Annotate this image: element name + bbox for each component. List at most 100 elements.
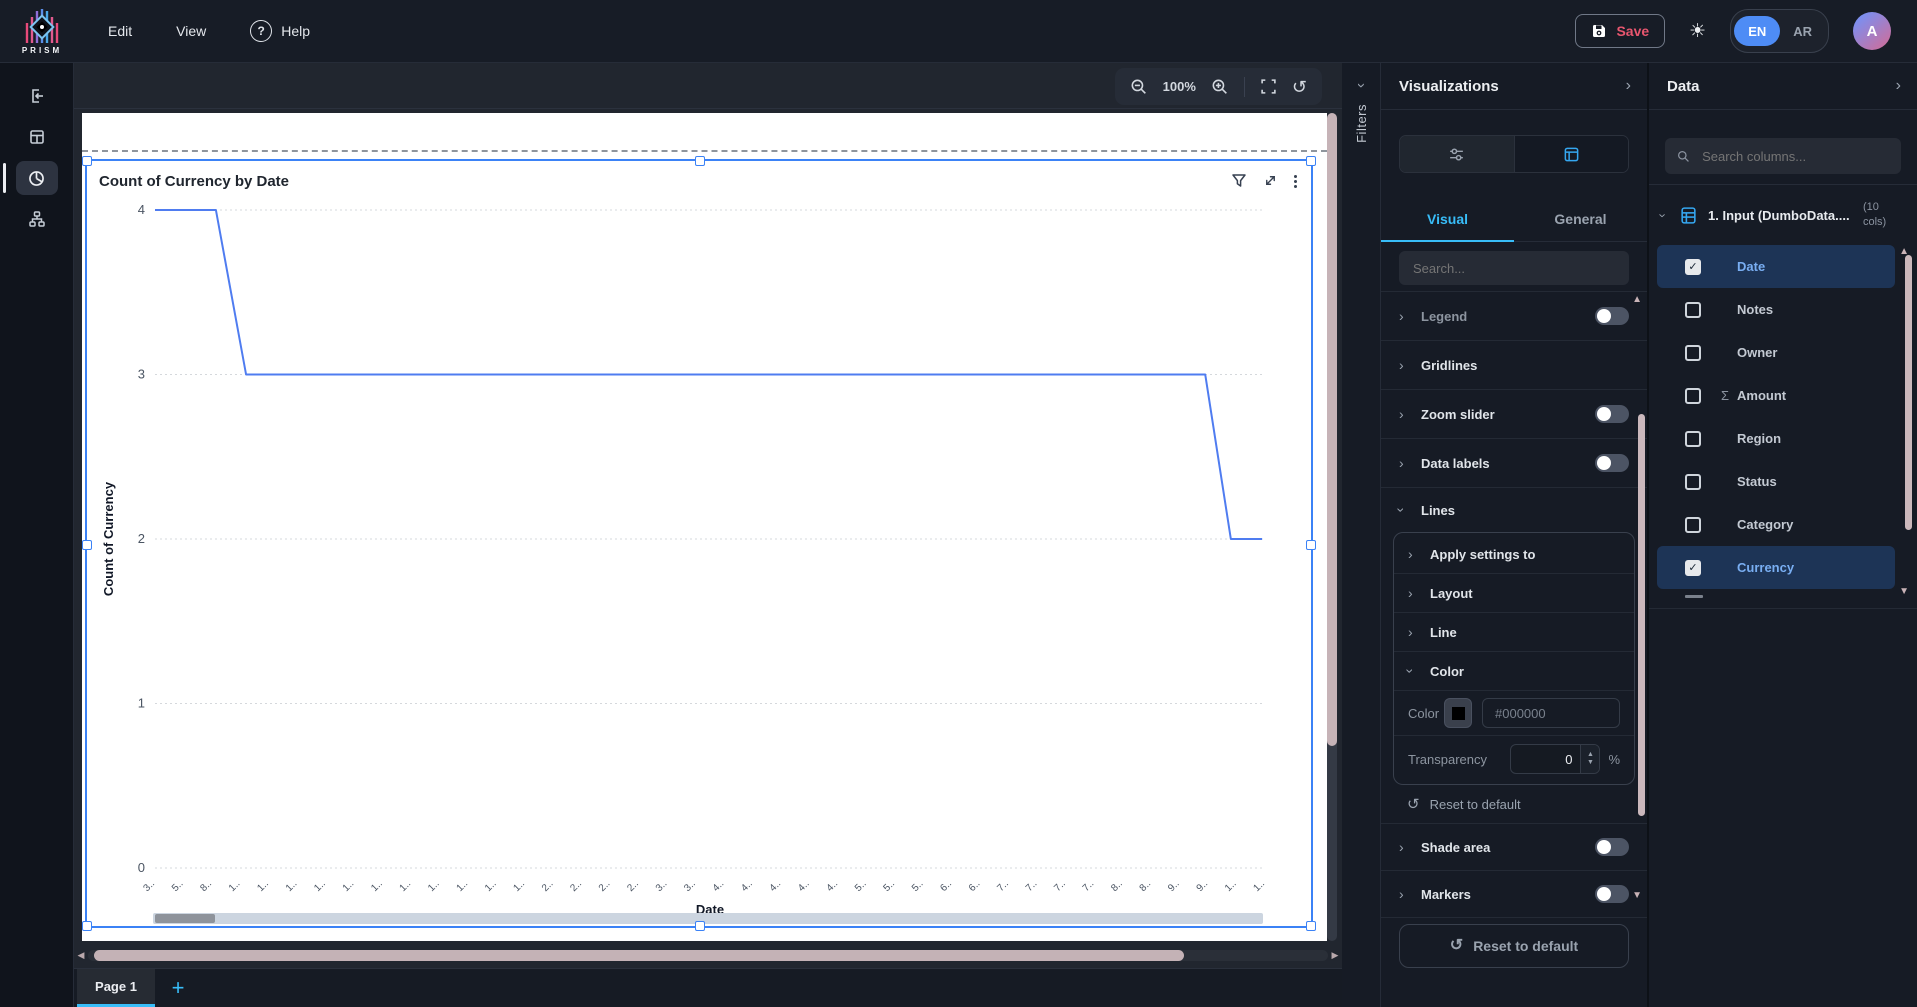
resize-handle-n[interactable] xyxy=(695,156,705,166)
columns-search-input[interactable] xyxy=(1700,147,1889,165)
zoom-slider-toggle[interactable] xyxy=(1595,405,1629,423)
section-legend[interactable]: › Legend xyxy=(1381,292,1647,341)
checkbox-checked[interactable]: ✓ xyxy=(1685,559,1701,576)
resize-handle-se[interactable] xyxy=(1306,921,1316,931)
collapse-data-panel-icon[interactable]: › xyxy=(1896,77,1901,95)
scroll-right-icon[interactable]: ▶ xyxy=(1328,950,1342,961)
viz-search-input[interactable] xyxy=(1411,259,1617,277)
checkbox[interactable]: ✓ xyxy=(1685,430,1701,447)
section-lines[interactable]: › Lines xyxy=(1381,488,1647,532)
reset-view-icon[interactable]: ↺ xyxy=(1292,78,1307,96)
reset-to-default-button[interactable]: ↺ Reset to default xyxy=(1399,924,1629,968)
section-zoom-slider[interactable]: › Zoom slider xyxy=(1381,390,1647,439)
chart-tool-button[interactable] xyxy=(2,161,58,195)
canvas-hscroll-thumb[interactable] xyxy=(94,950,1184,961)
language-toggle[interactable]: EN AR xyxy=(1730,9,1829,53)
viz-search-box[interactable] xyxy=(1399,251,1629,285)
report-page[interactable]: Count of Currency by Date 0 1 2 3 4 3.. 5.. 8..… xyxy=(82,113,1327,941)
layout-row[interactable]: › Layout xyxy=(1394,574,1634,613)
scroll-down-indicator[interactable]: ▼ xyxy=(1632,891,1642,901)
sigma-icon: Σ xyxy=(1720,388,1730,403)
lang-en[interactable]: EN xyxy=(1734,16,1781,46)
field-row-category[interactable]: ✓ Category xyxy=(1657,503,1895,546)
resize-handle-ne[interactable] xyxy=(1306,156,1316,166)
legend-toggle[interactable] xyxy=(1595,307,1629,325)
filters-expand-icon[interactable]: › xyxy=(1353,83,1370,88)
scroll-up-indicator[interactable]: ▲ xyxy=(1632,295,1642,305)
reset-to-default-link[interactable]: ↺ Reset to default xyxy=(1381,785,1647,824)
zoom-in-icon[interactable] xyxy=(1211,78,1229,96)
field-row-notes[interactable]: ✓ Notes xyxy=(1657,288,1895,331)
canvas-vertical-scrollbar[interactable] xyxy=(1327,113,1337,941)
save-button[interactable]: Save xyxy=(1575,14,1666,48)
dataset-row[interactable]: › 1. Input (DumboData.... (10 cols) xyxy=(1649,187,1917,243)
apply-settings-row[interactable]: › Apply settings to xyxy=(1394,535,1634,574)
section-data-labels[interactable]: › Data labels xyxy=(1381,439,1647,488)
chevron-down-icon[interactable]: › xyxy=(1656,208,1679,223)
menu-view[interactable]: View xyxy=(176,23,206,39)
spinner-arrows[interactable]: ▲ ▼ xyxy=(1580,745,1600,773)
chevron-down-icon: › xyxy=(1402,668,1419,674)
field-row-date[interactable]: ✓ Date xyxy=(1657,245,1895,288)
color-hex-input[interactable]: #000000 xyxy=(1482,698,1620,728)
resize-handle-s[interactable] xyxy=(695,921,705,931)
field-row-currency[interactable]: ✓ Currency xyxy=(1657,546,1895,589)
dashboard-tool-button[interactable] xyxy=(16,120,58,154)
field-row-status[interactable]: ✓ Status xyxy=(1657,460,1895,503)
markers-toggle[interactable] xyxy=(1595,885,1629,903)
build-visual-tab[interactable] xyxy=(1400,136,1515,172)
theme-toggle-sun-icon[interactable]: ☀ xyxy=(1689,22,1706,41)
canvas-horizontal-scrollbar[interactable]: ◀ ▶ xyxy=(74,949,1342,962)
model-view-button[interactable] xyxy=(16,202,58,236)
viz-panel-scrollbar-thumb[interactable] xyxy=(1638,414,1645,816)
data-labels-toggle[interactable] xyxy=(1595,454,1629,472)
resize-handle-w[interactable] xyxy=(82,539,92,550)
page-tab-1[interactable]: Page 1 xyxy=(77,969,155,1007)
section-markers[interactable]: › Markers xyxy=(1381,871,1647,918)
chart-scrollbar-thumb[interactable] xyxy=(155,914,215,923)
resize-handle-e[interactable] xyxy=(1306,539,1316,550)
canvas-vscroll-thumb[interactable] xyxy=(1327,113,1337,746)
columns-search-box[interactable] xyxy=(1665,138,1901,174)
menu-edit[interactable]: Edit xyxy=(108,23,132,39)
exit-editor-button[interactable] xyxy=(16,79,58,113)
clipped-next-field xyxy=(1685,595,1703,598)
scroll-left-icon[interactable]: ◀ xyxy=(74,950,88,961)
field-row-amount[interactable]: ✓ Σ Amount xyxy=(1657,374,1895,417)
scroll-down-indicator[interactable]: ▼ xyxy=(1899,587,1909,597)
line-chart-widget[interactable]: Count of Currency by Date 0 1 2 3 4 3.. 5.. 8..… xyxy=(82,156,1316,931)
transparency-input[interactable]: 0 ▲ ▼ xyxy=(1510,744,1601,774)
shade-area-toggle[interactable] xyxy=(1595,838,1629,856)
app-logo[interactable]: PRISM xyxy=(0,9,84,55)
checkbox[interactable]: ✓ xyxy=(1685,387,1701,404)
field-row-region[interactable]: ✓ Region xyxy=(1657,417,1895,460)
zoom-out-icon[interactable] xyxy=(1130,78,1148,96)
field-row-owner[interactable]: ✓ Owner xyxy=(1657,331,1895,374)
page-tabbar: Page 1 + xyxy=(74,968,1342,1007)
format-visual-tab[interactable] xyxy=(1514,136,1628,172)
chart-horizontal-scrollbar[interactable] xyxy=(153,913,1263,924)
tab-visual[interactable]: Visual xyxy=(1381,196,1514,242)
resize-handle-nw[interactable] xyxy=(82,156,92,166)
lang-ar[interactable]: AR xyxy=(1780,24,1825,39)
user-avatar[interactable]: A xyxy=(1853,12,1891,50)
filters-collapsed-panel[interactable]: › Filters xyxy=(1342,63,1381,1007)
checkbox[interactable]: ✓ xyxy=(1685,473,1701,490)
tab-general[interactable]: General xyxy=(1514,196,1647,241)
line-row[interactable]: › Line xyxy=(1394,613,1634,652)
collapse-visualizations-icon[interactable]: › xyxy=(1626,77,1631,95)
data-panel-scrollbar-thumb[interactable] xyxy=(1905,255,1912,530)
color-swatch[interactable] xyxy=(1444,698,1472,728)
add-page-button[interactable]: + xyxy=(155,969,201,1007)
color-section-row[interactable]: › Color xyxy=(1394,652,1634,691)
checkbox[interactable]: ✓ xyxy=(1685,301,1701,318)
checkbox-checked[interactable]: ✓ xyxy=(1685,258,1701,275)
checkbox[interactable]: ✓ xyxy=(1685,344,1701,361)
resize-handle-sw[interactable] xyxy=(82,921,92,931)
section-gridlines[interactable]: › Gridlines xyxy=(1381,341,1647,390)
dataset-name: 1. Input (DumboData.... xyxy=(1708,207,1850,223)
fit-to-screen-icon[interactable] xyxy=(1260,78,1277,95)
checkbox[interactable]: ✓ xyxy=(1685,516,1701,533)
menu-help[interactable]: ? Help xyxy=(250,20,310,42)
section-shade-area[interactable]: › Shade area xyxy=(1381,824,1647,871)
